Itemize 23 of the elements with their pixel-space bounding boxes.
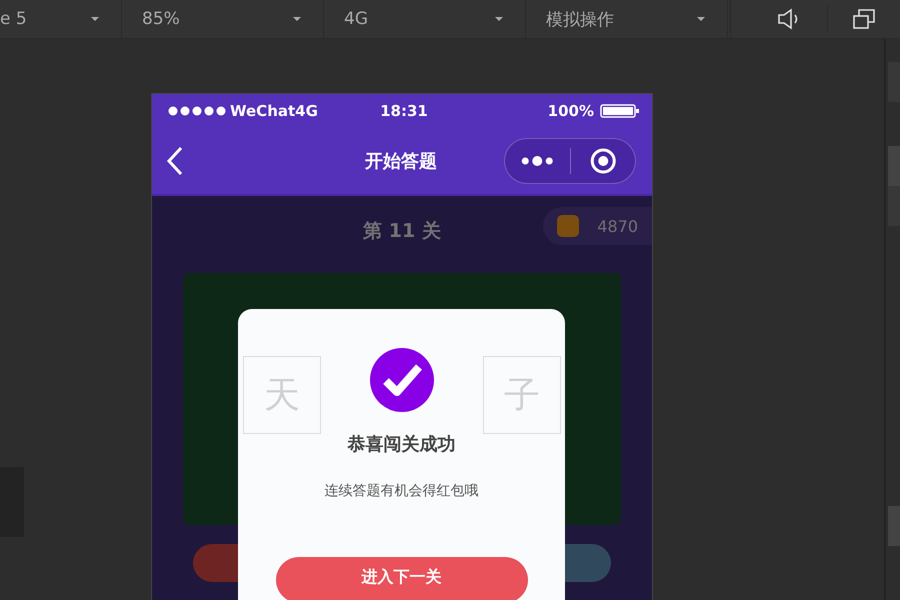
dialog-title: 恭喜闯关成功: [348, 433, 456, 456]
carrier-label: WeChat4G: [230, 102, 318, 120]
back-icon[interactable]: [166, 146, 184, 176]
coin-icon: [557, 215, 580, 237]
signal-dots-icon: [168, 106, 226, 116]
caret-icon: [293, 17, 301, 21]
clock-time: 18:31: [380, 102, 428, 120]
caret-icon: [91, 17, 99, 21]
dropdown[interactable]: 85%: [122, 0, 324, 38]
battery-icon: [600, 104, 640, 118]
battery-percent: 100%: [548, 102, 594, 120]
dropdown[interactable]: 4G: [324, 0, 526, 38]
level-label: 第 11 关: [363, 219, 441, 244]
dialog-message: 连续答题有机会得红包哦: [324, 482, 478, 500]
dropdown[interactable]: e 5: [0, 0, 122, 38]
window-icon[interactable]: [852, 8, 876, 30]
caret-icon: [495, 17, 503, 21]
page-title: 开始答题: [365, 150, 437, 173]
caret-icon: [697, 17, 705, 21]
check-icon: [370, 348, 434, 412]
coin-count: 4870: [597, 216, 638, 236]
dropdown[interactable]: 模拟操作: [526, 0, 728, 38]
next-level-button[interactable]: 进入下一关: [276, 557, 528, 600]
